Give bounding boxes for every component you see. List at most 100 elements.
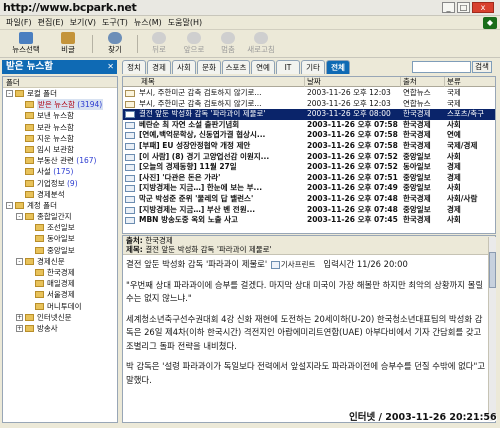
column-category[interactable]: 분류 (445, 77, 495, 87)
folder-name: 경제신문 (37, 256, 65, 266)
clip-icon (61, 32, 75, 44)
folder-item[interactable]: 중앙일보 (3, 245, 117, 256)
folder-item[interactable]: - 경제신문 (3, 256, 117, 267)
row-category: 경제 (447, 172, 461, 182)
folder-item[interactable]: 받은 뉴스함 (3194) (3, 99, 117, 111)
folder-item[interactable]: 기업정보 (9) (3, 178, 117, 189)
menu-view[interactable]: 보기(V) (70, 16, 96, 29)
folder-item[interactable]: 보관 뉴스함 (3, 122, 117, 133)
clip-button[interactable]: 비글 (56, 32, 80, 57)
collapse-icon[interactable]: - (16, 257, 23, 265)
news-row[interactable]: [오늘의 경제동향] 11월 27일 2003-11-26 오후 07:52 동아일… (123, 162, 495, 173)
stop-button[interactable]: 멈춤 (214, 32, 242, 57)
minimize-button[interactable]: _ (442, 2, 455, 13)
folder-item[interactable]: 경제분석 (3, 189, 117, 200)
column-source[interactable]: 출처 (401, 77, 445, 87)
folder-item[interactable]: 조선일보 (3, 222, 117, 233)
column-date[interactable]: 날짜 (305, 77, 401, 87)
close-pane-icon[interactable]: ✕ (107, 60, 114, 74)
folder-item[interactable]: 서울경제 (3, 289, 117, 300)
collapse-icon[interactable]: - (6, 201, 13, 209)
tab-4[interactable]: 스포츠 (222, 60, 250, 74)
menu-file[interactable]: 파일(F) (6, 16, 32, 29)
folder-label: 머니투데이 (47, 301, 82, 312)
folder-item[interactable]: 한국경제 (3, 267, 117, 278)
expand-icon[interactable]: + (16, 324, 23, 332)
tab-0[interactable]: 정치 (122, 60, 146, 74)
folder-label: 경제분석 (37, 189, 65, 200)
folder-item[interactable]: 보낸 뉴스함 (3, 110, 117, 121)
row-category: 연예 (447, 130, 461, 140)
expand-icon[interactable]: + (16, 313, 23, 321)
envelope-icon (125, 206, 135, 214)
news-select-button[interactable]: 뉴스선택 (8, 32, 44, 57)
print-link[interactable]: 기사프린트 (281, 260, 316, 269)
news-row[interactable]: 베란순 최 자연 소설 출판기념회 2003-11-26 오후 07:58 한국경제… (123, 120, 495, 131)
tab-7[interactable]: 기타 (301, 60, 325, 74)
tab-6[interactable]: IT (276, 60, 300, 74)
menu-tools[interactable]: 도구(T) (102, 16, 128, 29)
preview-header: 출처: 한국경제 제목: 결전 앞둔 박성화 감독 '파라과이 제물로' (123, 236, 495, 255)
news-row[interactable]: MBN 방송도중 옥외 노출 사고 2003-11-26 오후 07:45 한국경제… (123, 215, 495, 226)
menu-news[interactable]: 뉴스(M) (134, 16, 162, 29)
row-category: 사회 (447, 215, 461, 225)
row-title: 부시, 주한미군 감축 검토하지 않기로... (139, 98, 262, 108)
folder-item[interactable]: 매일경제 (3, 278, 117, 289)
forward-button[interactable]: 앞으로 (178, 32, 210, 57)
news-row[interactable]: [사진] '다관은 돈은 가라' 2003-11-26 오후 07:51 중앙일보 경… (123, 172, 495, 184)
tab-3[interactable]: 문화 (197, 60, 221, 74)
news-row[interactable]: 부시, 주한미군 감축 검토하지 않기로... 2003-11-26 오후 12:… (123, 88, 495, 99)
news-row[interactable]: 막군 박성준 준위 '물레의 답 밸런스' 2003-11-26 오후 07:48… (123, 194, 495, 205)
news-row[interactable]: [부패] EU 성장안정협약 개정 제안 2003-11-26 오후 07:58 한… (123, 141, 495, 152)
news-row[interactable]: 부시, 주한미군 감축 검토하지 않기로... 2003-11-26 오후 12:… (123, 98, 495, 110)
tab-5[interactable]: 연예 (251, 60, 275, 74)
folder-item[interactable]: 사설 (175) (3, 166, 117, 177)
clip-label: 비글 (61, 45, 75, 54)
scrollbar-thumb[interactable] (489, 252, 496, 288)
search-button[interactable]: 검색 (472, 61, 492, 73)
folder-item[interactable]: 머니투데이 (3, 301, 117, 312)
folder-item[interactable]: 동아일보 (3, 233, 117, 244)
news-select-label: 뉴스선택 (12, 45, 40, 54)
tab-2[interactable]: 사회 (172, 60, 196, 74)
folder-item[interactable]: + 인터넷신문 (3, 312, 117, 323)
tab-1[interactable]: 경제 (147, 60, 171, 74)
news-row[interactable]: [지방경제는 지금…] 부산 벤 전원... 2003-11-26 오후 07:4… (123, 205, 495, 216)
close-button[interactable]: x (472, 2, 494, 13)
news-row[interactable]: [이 사람] (8) 경기 고양업선감 이원지... 2003-11-26 오후 … (123, 152, 495, 163)
news-row[interactable]: 결전 앞둔 박성화 감독 '파라과이 제물로' 2003-11-26 오후 08:… (123, 109, 495, 120)
menu-help[interactable]: 도움말(H) (168, 16, 202, 29)
envelope-icon (125, 100, 135, 108)
folder-icon (25, 257, 34, 265)
collapse-icon[interactable]: - (16, 213, 23, 221)
news-row[interactable]: [연예,백억문학상, 신동엽가결 협상시... 2003-11-26 오후 07:… (123, 130, 495, 141)
envelope-icon (125, 185, 135, 193)
folder-name: 경제분석 (37, 189, 65, 199)
folder-item[interactable]: + 방송사 (3, 323, 117, 334)
folder-item[interactable]: - 종합일간지 (3, 211, 117, 222)
preview-scrollbar[interactable] (488, 237, 496, 421)
search-input[interactable] (412, 61, 471, 73)
folder-name: 한국경제 (47, 268, 75, 277)
refresh-button[interactable]: 새로고침 (244, 32, 278, 57)
find-button[interactable]: 찾기 (100, 32, 130, 57)
back-button[interactable]: 뒤로 (145, 32, 173, 57)
title-bar: http://www.bcpark.net _ □ x (0, 0, 500, 16)
folder-item[interactable]: 임시 보관함 (3, 144, 117, 155)
collapse-icon[interactable]: - (6, 90, 13, 97)
folder-item[interactable]: 지운 뉴스함 (3, 133, 117, 144)
maximize-button[interactable]: □ (457, 2, 470, 13)
folder-name: 서울경제 (47, 290, 75, 300)
menu-edit[interactable]: 편집(E) (38, 16, 64, 29)
folder-name: 중앙일보 (47, 245, 75, 255)
folder-label: 서울경제 (47, 289, 75, 300)
column-title[interactable]: 제목 (123, 77, 305, 87)
folder-label: 조선일보 (47, 222, 75, 233)
print-icon[interactable] (270, 260, 280, 269)
news-row[interactable]: [지방경제는 지금…] 한눈에 보는 부... 2003-11-26 오후 07:… (123, 183, 495, 194)
folder-item[interactable]: - 계정 폴더 (3, 200, 117, 211)
folder-item[interactable]: - 로컬 폴더 (3, 88, 117, 99)
tab-8[interactable]: 전체 (326, 60, 350, 74)
folder-item[interactable]: 부동산 관련 (167) (3, 155, 117, 166)
refresh-icon (254, 32, 268, 44)
